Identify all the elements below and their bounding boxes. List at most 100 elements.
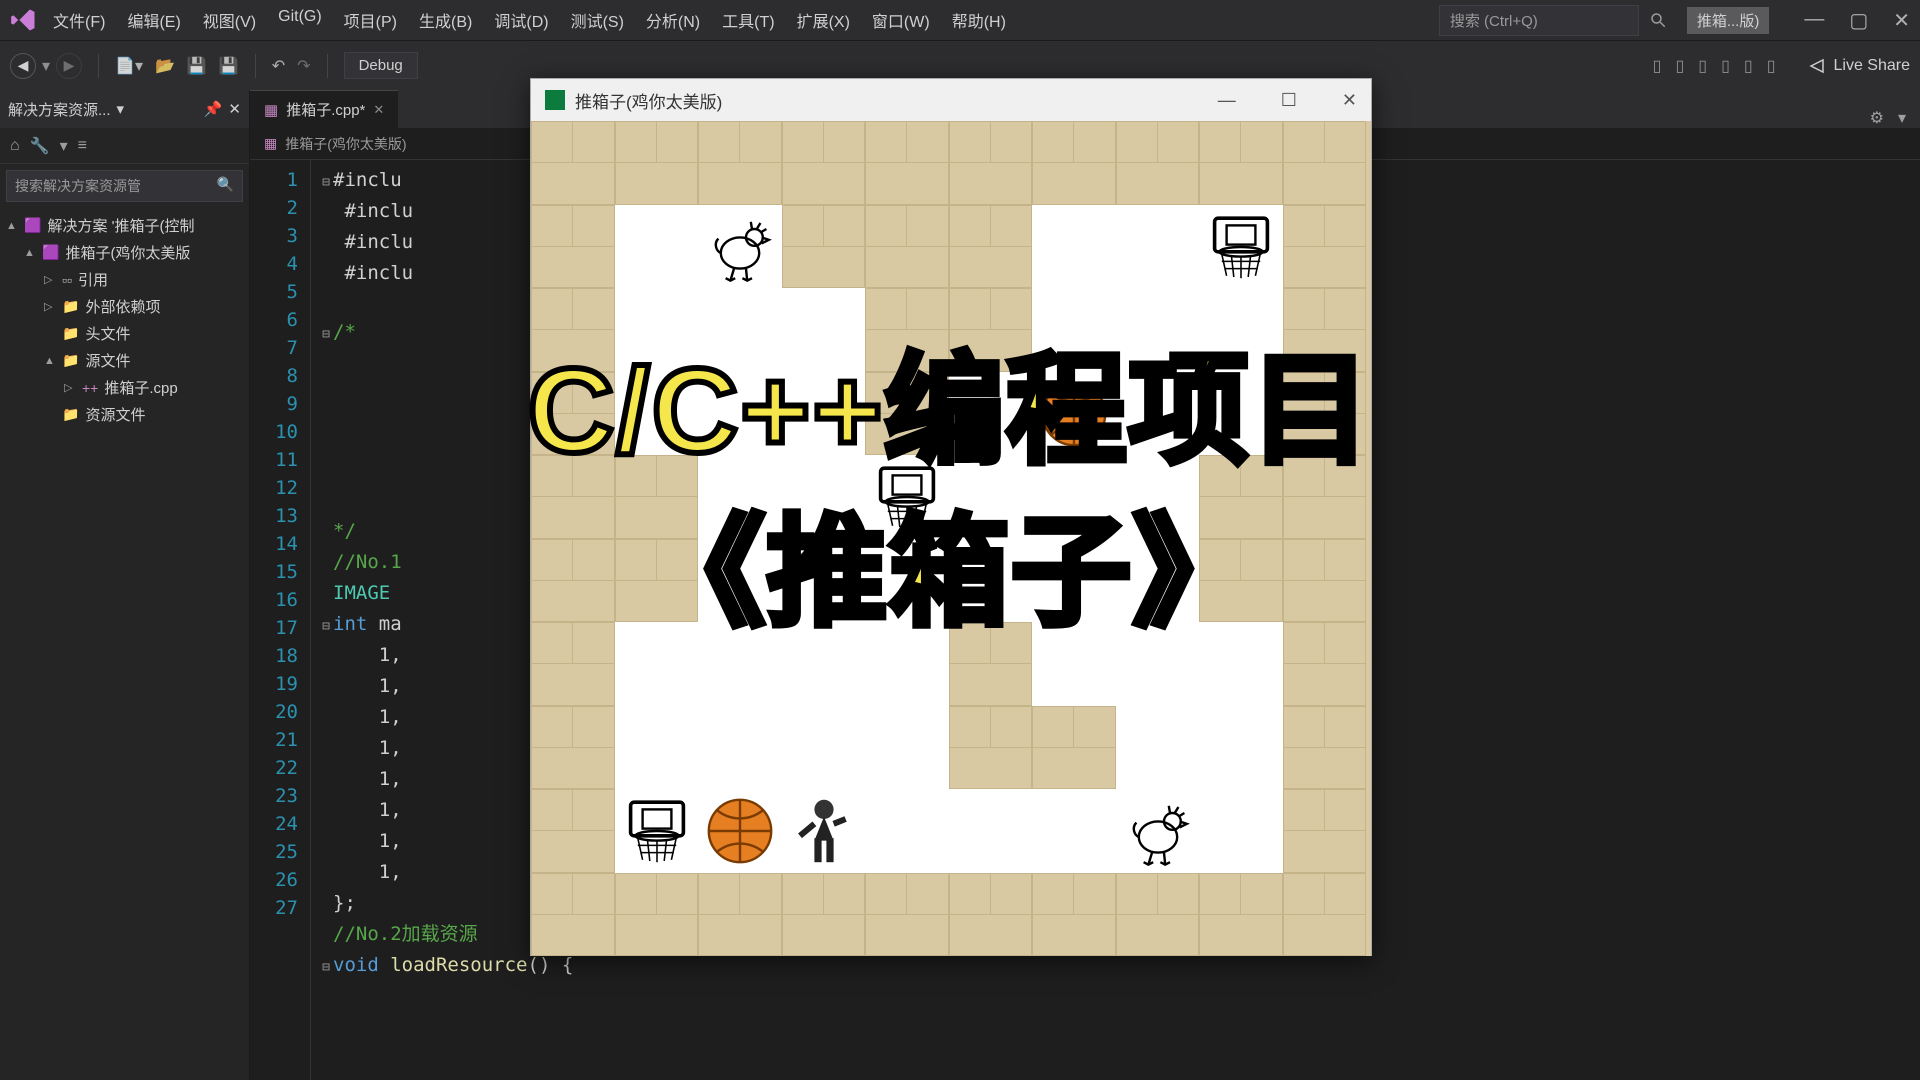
sidebar-header: 解决方案资源...▾ 📌 ✕: [0, 90, 249, 128]
nav-back-button[interactable]: ◀: [10, 53, 36, 79]
floor-cell: [1032, 622, 1116, 706]
config-select[interactable]: Debug: [344, 52, 418, 79]
wall-cell: [698, 873, 782, 957]
wall-cell: [615, 873, 699, 957]
floor-cell: [698, 455, 782, 539]
menu-item[interactable]: 测试(S): [571, 8, 624, 32]
sidebar-search[interactable]: 搜索解决方案资源管🔍: [6, 170, 243, 202]
wall-cell: [865, 288, 949, 372]
menu-item[interactable]: Git(G): [278, 8, 322, 32]
tree-item[interactable]: 📁头文件: [2, 320, 247, 347]
undo-icon[interactable]: ↶: [272, 56, 285, 76]
project-badge: 推箱...版): [1687, 7, 1770, 34]
wrench-icon[interactable]: 🔧: [30, 136, 50, 156]
floor-cell: [698, 372, 782, 456]
wall-cell: [949, 706, 1033, 790]
home-icon[interactable]: ⌂: [10, 137, 20, 155]
tree-item[interactable]: 📁资源文件: [2, 401, 247, 428]
menu-item[interactable]: 调试(D): [494, 8, 548, 32]
game-titlebar: 推箱子(鸡你太美版) — ☐ ✕: [531, 79, 1371, 121]
floor-cell: [865, 789, 949, 873]
open-icon[interactable]: 📂: [155, 56, 175, 76]
floor-cell: [1199, 706, 1283, 790]
menu-item[interactable]: 窗口(W): [872, 8, 930, 32]
search-icon[interactable]: [1649, 11, 1667, 29]
floor-cell: [1116, 205, 1200, 289]
vs-logo-icon: [10, 6, 38, 34]
wall-cell: [698, 121, 782, 205]
pin-icon[interactable]: 📌: [204, 100, 223, 118]
wall-cell: [615, 455, 699, 539]
tree-item[interactable]: ▷📁外部依赖项: [2, 293, 247, 320]
floor-cell: [1199, 372, 1283, 456]
game-icon: [545, 90, 565, 110]
maximize-button[interactable]: ▢: [1849, 8, 1868, 33]
wall-cell: [531, 789, 615, 873]
game-maximize-button[interactable]: ☐: [1281, 90, 1297, 111]
wall-cell: [1032, 121, 1116, 205]
refresh-icon[interactable]: ≡: [78, 137, 87, 155]
wall-cell: [1283, 873, 1367, 957]
save-all-icon[interactable]: 💾: [219, 56, 239, 76]
toolbar-icons[interactable]: ▯▯▯▯▯▯: [1653, 56, 1790, 76]
search-input[interactable]: 搜索 (Ctrl+Q): [1439, 5, 1639, 36]
game-board[interactable]: [531, 121, 1371, 956]
floor-cell: [782, 706, 866, 790]
floor-cell: [949, 539, 1033, 623]
game-close-button[interactable]: ✕: [1342, 90, 1357, 111]
wall-cell: [1283, 121, 1367, 205]
player-sprite: [788, 795, 860, 867]
wall-cell: [949, 205, 1033, 289]
menu-item[interactable]: 文件(F): [53, 8, 105, 32]
wall-cell: [949, 121, 1033, 205]
menu-item[interactable]: 视图(V): [203, 8, 256, 32]
menu-item[interactable]: 分析(N): [646, 8, 700, 32]
wall-cell: [1032, 873, 1116, 957]
floor-cell: [865, 539, 949, 623]
wall-cell: [1116, 121, 1200, 205]
floor-cell: [698, 539, 782, 623]
close-button[interactable]: ✕: [1893, 8, 1910, 33]
game-window: 推箱子(鸡你太美版) — ☐ ✕: [530, 78, 1372, 956]
menu-item[interactable]: 帮助(H): [952, 8, 1006, 32]
liveshare-button[interactable]: Live Share: [1808, 57, 1911, 75]
menu-item[interactable]: 扩展(X): [797, 8, 850, 32]
floor-cell: [865, 706, 949, 790]
settings-icon[interactable]: ⚙: [1870, 108, 1884, 128]
tree-item[interactable]: ▷▫▫引用: [2, 266, 247, 293]
game-minimize-button[interactable]: —: [1218, 90, 1236, 111]
floor-cell: [1032, 455, 1116, 539]
wall-cell: [1283, 205, 1367, 289]
close-panel-icon[interactable]: ✕: [228, 100, 241, 118]
tab-active[interactable]: ▦ 推箱子.cpp* ✕: [250, 90, 398, 128]
save-icon[interactable]: 💾: [187, 56, 207, 76]
menu-item[interactable]: 工具(T): [722, 8, 774, 32]
floor-cell: [1032, 539, 1116, 623]
menu-item[interactable]: 生成(B): [419, 8, 472, 32]
minimize-button[interactable]: —: [1804, 8, 1824, 33]
new-icon[interactable]: 📄▾: [115, 56, 143, 76]
wall-cell: [531, 455, 615, 539]
tree-item[interactable]: ▲🟪解决方案 '推箱子(控制: [2, 212, 247, 239]
share-icon: [1808, 57, 1826, 75]
wall-cell: [1283, 789, 1367, 873]
tree-item[interactable]: ▲🟪推箱子(鸡你太美版: [2, 239, 247, 266]
wall-cell: [865, 372, 949, 456]
floor-cell: [782, 539, 866, 623]
tab-close-icon[interactable]: ✕: [373, 102, 384, 118]
floor-cell: [698, 622, 782, 706]
wall-cell: [949, 622, 1033, 706]
tree-item[interactable]: ▷++推箱子.cpp: [2, 374, 247, 401]
tree-item[interactable]: ▲📁源文件: [2, 347, 247, 374]
ball-sprite: [1038, 378, 1110, 450]
wall-cell: [782, 873, 866, 957]
menu-item[interactable]: 项目(P): [344, 8, 397, 32]
menu-item[interactable]: 编辑(E): [127, 8, 180, 32]
ball-sprite: [704, 795, 776, 867]
dropdown-icon[interactable]: ▾: [1898, 108, 1906, 128]
nav-fwd-button[interactable]: ▶: [56, 53, 82, 79]
wall-cell: [1032, 706, 1116, 790]
hoop-sprite: [1205, 211, 1277, 283]
wall-cell: [949, 288, 1033, 372]
redo-icon[interactable]: ↷: [297, 56, 310, 76]
